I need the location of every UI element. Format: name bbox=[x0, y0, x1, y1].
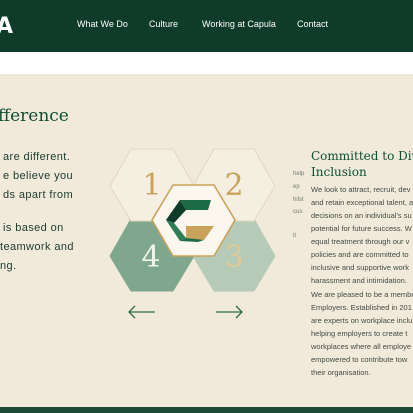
hexagon-number-4: 4 bbox=[141, 240, 160, 275]
paragraph-line: harassment and intimidation. bbox=[311, 276, 407, 285]
paragraph-line: inclusive and supportive work bbox=[311, 263, 409, 272]
paragraph-line: helping employers to create t bbox=[311, 329, 408, 338]
inclusion-paragraph-2: We are pleased to be a membe Employers. … bbox=[311, 288, 413, 379]
arrow-right-icon[interactable] bbox=[216, 305, 243, 319]
hexagon-number-2: 2 bbox=[224, 168, 243, 203]
paragraph-line: workplaces where all employe bbox=[311, 342, 412, 351]
hexagon-number-1: 1 bbox=[142, 168, 161, 203]
inclusion-paragraph-1: We look to attract, recruit, dev and ret… bbox=[311, 183, 413, 287]
paragraph-line: potential for future success. W bbox=[311, 224, 412, 233]
arrow-left-icon[interactable] bbox=[128, 305, 155, 319]
inclusion-title-line: Inclusion bbox=[311, 165, 367, 179]
paragraph-line: Employers. Established in 201 bbox=[311, 303, 412, 312]
paragraph-line: and retain exceptional talent, a bbox=[311, 198, 413, 207]
paragraph-line: are experts on workplace inclu bbox=[311, 316, 413, 325]
inclusion-title-line: Committed to Dive bbox=[311, 149, 413, 163]
paragraph-line: We are pleased to be a membe bbox=[311, 290, 413, 299]
hexagon-number-3: 3 bbox=[224, 240, 243, 275]
paragraph-line: decisions on an individual's su bbox=[311, 211, 412, 220]
inclusion-title: Committed to Dive Inclusion bbox=[311, 148, 413, 180]
paragraph-line: equal treatment through our v bbox=[311, 237, 410, 246]
paragraph-line: their organisation. bbox=[311, 368, 371, 377]
paragraph-line: We look to attract, recruit, dev bbox=[311, 185, 411, 194]
paragraph-line: empowered to contribute tow bbox=[311, 355, 408, 364]
paragraph-line: policies and are committed to bbox=[311, 250, 409, 259]
